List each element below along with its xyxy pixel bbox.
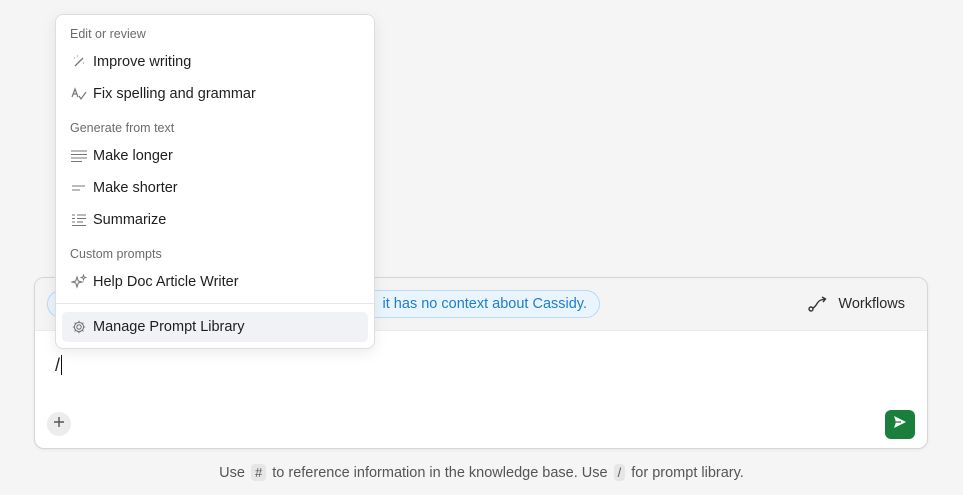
message-input[interactable]: / — [55, 354, 63, 376]
send-icon — [893, 415, 907, 434]
magic-wand-icon — [71, 54, 87, 70]
menu-item-label: Make shorter — [93, 180, 178, 196]
hint-prefix: Use — [219, 465, 245, 481]
message-input-value: / — [55, 355, 61, 375]
menu-item-label: Summarize — [93, 212, 167, 228]
spellcheck-icon — [71, 86, 87, 102]
menu-item-manage-prompt-library[interactable]: Manage Prompt Library — [62, 312, 368, 342]
menu-item-label: Help Doc Article Writer — [93, 274, 239, 290]
hint-middle: to reference information in the knowledg… — [272, 465, 608, 481]
slash-key-badge: / — [613, 464, 626, 481]
section-generate-from-text: Generate from text — [70, 121, 175, 135]
lines-long-icon — [71, 148, 87, 164]
add-attachment-button[interactable] — [47, 412, 71, 436]
menu-item-make-shorter[interactable]: Make shorter — [62, 173, 368, 203]
sparkles-icon — [71, 274, 87, 290]
plus-icon — [53, 415, 65, 433]
workflows-button[interactable]: Workflows — [808, 292, 905, 316]
menu-item-help-doc-article-writer[interactable]: Help Doc Article Writer — [62, 267, 368, 297]
menu-item-summarize[interactable]: Summarize — [62, 205, 368, 235]
gear-icon — [71, 319, 87, 335]
composer-hint: Use # to reference information in the kn… — [0, 464, 963, 481]
hash-key-badge: # — [251, 464, 267, 481]
summarize-icon — [71, 212, 87, 228]
prompt-menu: Edit or review Improve writing Fix spell… — [55, 14, 375, 349]
workflows-label: Workflows — [838, 296, 905, 312]
send-button[interactable] — [885, 410, 915, 439]
hint-suffix: for prompt library. — [631, 465, 744, 481]
context-notice-text: it has no context about Cassidy. — [382, 296, 587, 312]
menu-item-label: Improve writing — [93, 54, 192, 70]
section-edit-or-review: Edit or review — [70, 27, 146, 41]
text-caret — [61, 355, 63, 375]
menu-divider — [56, 303, 374, 304]
section-custom-prompts: Custom prompts — [70, 247, 162, 261]
workflow-icon — [808, 296, 828, 312]
menu-item-label: Make longer — [93, 148, 173, 164]
menu-item-label: Manage Prompt Library — [93, 319, 245, 335]
menu-item-fix-spelling[interactable]: Fix spelling and grammar — [62, 79, 368, 109]
menu-item-label: Fix spelling and grammar — [93, 86, 256, 102]
lines-short-icon — [71, 180, 87, 196]
menu-item-make-longer[interactable]: Make longer — [62, 141, 368, 171]
menu-item-improve-writing[interactable]: Improve writing — [62, 47, 368, 77]
